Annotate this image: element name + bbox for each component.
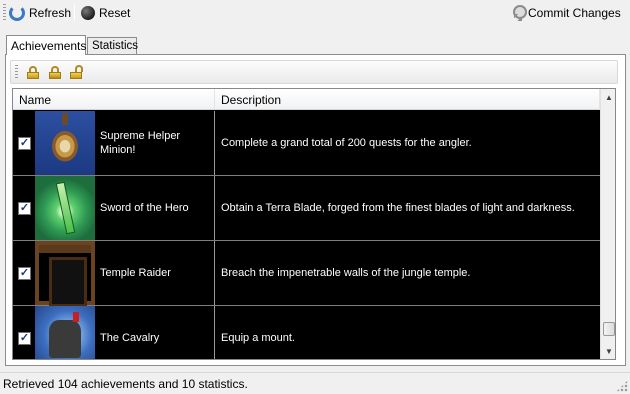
achievement-name: Sword of the Hero: [100, 202, 189, 214]
vertical-scrollbar[interactable]: ▲ ▼: [600, 89, 615, 359]
column-name-label: Name: [19, 92, 52, 107]
lock-all-icon[interactable]: [27, 66, 39, 79]
achievement-description: Complete a grand total of 200 quests for…: [221, 137, 472, 149]
achievement-icon: [35, 241, 95, 307]
achievement-name: Supreme Helper Minion!: [100, 130, 181, 156]
reset-icon: [81, 6, 95, 20]
achievement-name: The Cavalry: [100, 332, 160, 344]
main-toolbar: Refresh Reset Commit Changes: [0, 0, 630, 26]
tab-achievements[interactable]: Achievements: [6, 35, 86, 55]
list-row[interactable]: ✓ Supreme Helper Minion! Complete a gran…: [13, 111, 600, 176]
achievements-toolbar: [10, 60, 618, 84]
achievements-list[interactable]: Name Description ✓ Supreme Helper Minion…: [12, 88, 616, 360]
scrollbar-thumb[interactable]: [603, 322, 615, 336]
column-description-label: Description: [221, 92, 282, 107]
name-cell: ✓ Sword of the Hero: [13, 176, 215, 240]
list-rows: ✓ Supreme Helper Minion! Complete a gran…: [13, 111, 600, 359]
unlocked-checkbox[interactable]: ✓: [18, 137, 31, 150]
refresh-icon: [9, 5, 25, 21]
tab-achievements-label: Achievements: [11, 38, 87, 53]
unlocked-checkbox[interactable]: ✓: [18, 332, 31, 345]
column-header-description[interactable]: Description: [215, 89, 600, 110]
resize-grip-icon[interactable]: [616, 380, 628, 392]
achievement-description: Breach the impenetrable walls of the jun…: [221, 267, 471, 279]
refresh-label: Refresh: [29, 6, 72, 20]
status-bar: Retrieved 104 achievements and 10 statis…: [0, 372, 630, 394]
achievement-description: Equip a mount.: [221, 332, 295, 344]
achievement-icon: [35, 111, 95, 175]
name-cell: ✓ Supreme Helper Minion!: [13, 111, 215, 175]
toolbar-grip[interactable]: [15, 65, 18, 79]
refresh-button[interactable]: Refresh: [9, 4, 71, 22]
status-text: Retrieved 104 achievements and 10 statis…: [3, 376, 248, 391]
achievement-icon: [35, 306, 95, 359]
achievements-panel: Name Description ✓ Supreme Helper Minion…: [5, 54, 626, 366]
reset-button[interactable]: Reset: [81, 4, 130, 22]
award-ribbon-icon: [512, 5, 527, 21]
name-cell: ✓ The Cavalry: [13, 306, 215, 359]
unlocked-checkbox[interactable]: ✓: [18, 202, 31, 215]
unlock-all-icon[interactable]: [70, 65, 83, 79]
reset-label: Reset: [99, 6, 131, 20]
achievement-icon: [35, 176, 95, 240]
list-header: Name Description: [13, 89, 600, 110]
list-row[interactable]: ✓ Sword of the Hero Obtain a Terra Blade…: [13, 176, 600, 241]
list-row[interactable]: ✓ Temple Raider Breach the impenetrable …: [13, 241, 600, 307]
commit-changes-button[interactable]: Commit Changes: [512, 4, 621, 22]
column-header-name[interactable]: Name: [13, 89, 215, 110]
name-cell: ✓ Temple Raider: [13, 241, 215, 307]
scroll-down-icon[interactable]: ▼: [601, 343, 615, 359]
tab-statistics[interactable]: Statistics: [87, 37, 139, 54]
achievement-name: Temple Raider: [100, 267, 171, 279]
commit-changes-label: Commit Changes: [528, 6, 621, 20]
toolbar-separator: [74, 4, 75, 21]
list-row[interactable]: ✓ The Cavalry Equip a mount.: [13, 306, 600, 359]
invert-lock-icon[interactable]: [49, 66, 61, 79]
toolbar-grip[interactable]: [3, 4, 6, 22]
scroll-up-icon[interactable]: ▲: [601, 89, 615, 105]
unlocked-checkbox[interactable]: ✓: [18, 267, 31, 280]
achievement-description: Obtain a Terra Blade, forged from the fi…: [221, 202, 575, 214]
tab-statistics-label: Statistics: [92, 40, 139, 52]
